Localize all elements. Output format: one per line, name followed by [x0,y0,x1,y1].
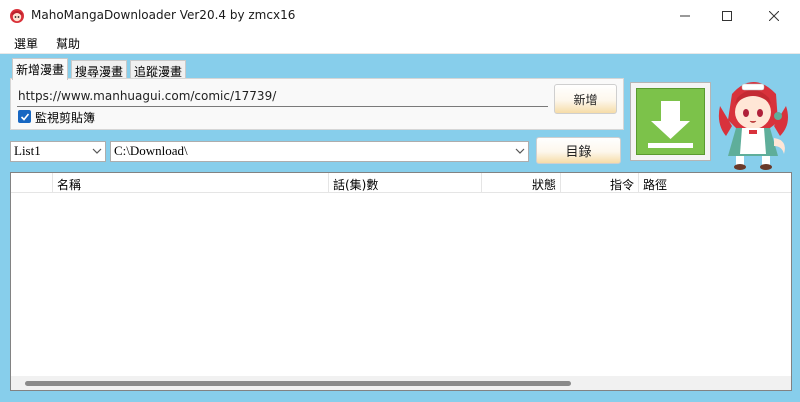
app-icon [10,9,24,23]
column-header-episodes[interactable]: 話(集)數 [329,173,482,193]
directory-button[interactable]: 目錄 [536,137,621,164]
download-button-face [636,88,705,155]
add-button[interactable]: 新增 [554,84,617,114]
download-button[interactable] [630,82,711,161]
window-title: MahoMangaDownloader Ver20.4 by zmcx16 [31,8,296,22]
minimize-icon [680,15,690,17]
download-path-value: C:\Download\ [114,143,188,158]
column-header-name[interactable]: 名稱 [53,173,329,193]
maximize-icon [722,11,732,21]
monitor-clipboard-label: 監視剪貼簿 [35,111,96,125]
manga-url-input[interactable] [17,85,548,107]
chevron-down-icon [515,148,525,154]
close-button[interactable] [751,0,797,32]
column-header-index[interactable] [11,173,53,193]
download-path-select[interactable]: C:\Download\ [110,141,529,162]
list-select-value: List1 [14,143,41,158]
title-bar[interactable]: MahoMangaDownloader Ver20.4 by zmcx16 [0,0,800,32]
scrollbar-thumb[interactable] [25,381,571,386]
menu-item-options[interactable]: 選單 [14,35,38,52]
menu-bar: 選單 幫助 [0,32,800,54]
list-select[interactable]: List1 [10,141,106,162]
download-arrow-icon [648,101,693,148]
checkmark-icon [20,112,29,121]
column-header-command[interactable]: 指令 [561,173,639,193]
tab-track-manga[interactable]: 追蹤漫畫 [130,60,187,79]
column-header-status[interactable]: 狀態 [482,173,561,193]
manga-list-table[interactable]: 名稱 話(集)數 狀態 指令 路徑 [10,172,792,391]
column-header-path[interactable]: 路徑 [639,173,791,193]
tab-add-manga[interactable]: 新增漫畫 [12,58,69,80]
maho-mascot-image [718,82,788,170]
chevron-down-icon [92,148,102,154]
menu-item-help[interactable]: 幫助 [56,35,80,52]
horizontal-scrollbar[interactable] [11,376,791,390]
table-header: 名稱 話(集)數 狀態 指令 路徑 [11,173,791,193]
maximize-button[interactable] [704,0,750,32]
monitor-clipboard-checkbox[interactable] [18,110,31,123]
minimize-button[interactable] [662,0,708,32]
close-icon [769,11,779,21]
tab-search-manga[interactable]: 搜尋漫畫 [71,60,128,79]
